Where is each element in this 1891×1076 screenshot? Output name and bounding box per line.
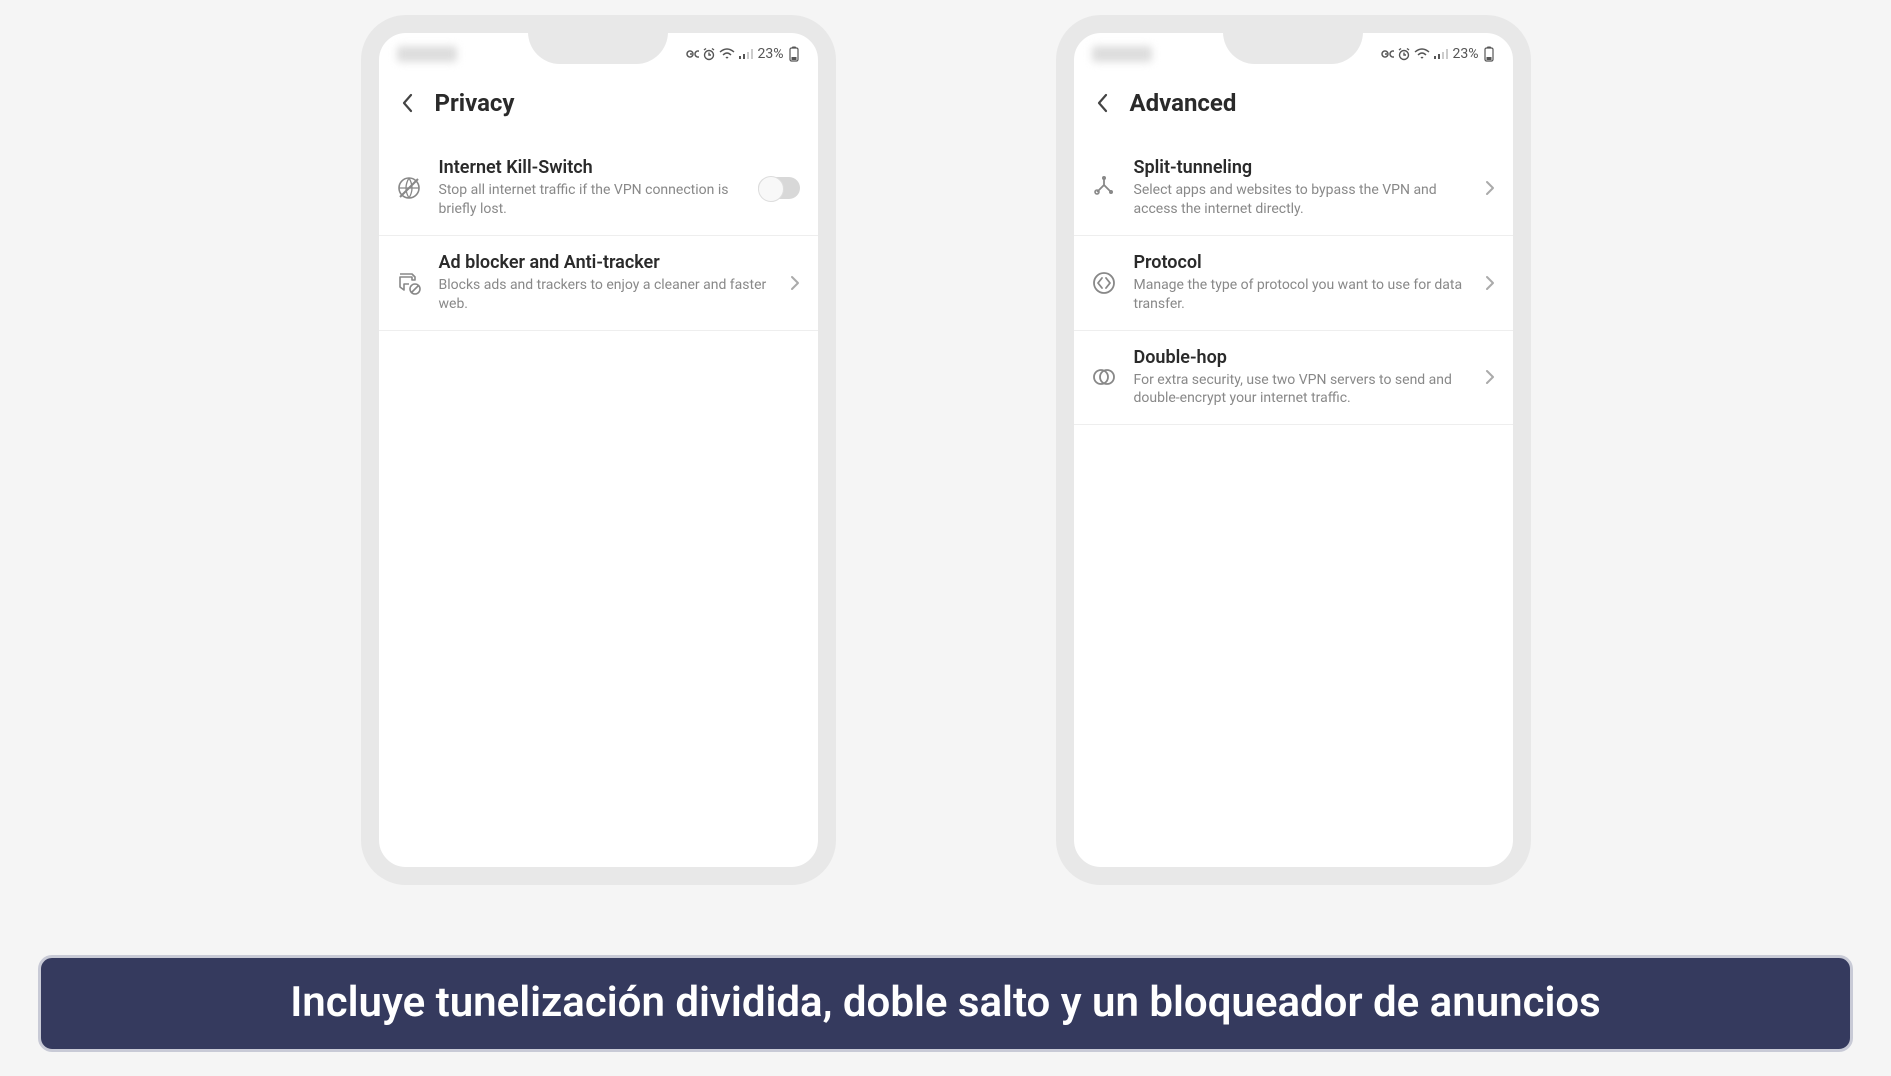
item-content: Double-hop For extra security, use two V… — [1134, 347, 1469, 409]
item-desc: Manage the type of protocol you want to … — [1134, 276, 1469, 314]
status-right: 23% — [1378, 46, 1495, 62]
globe-blocked-icon — [395, 174, 423, 202]
item-desc: Blocks ads and trackers to enjoy a clean… — [439, 276, 774, 314]
item-title: Internet Kill-Switch — [439, 157, 742, 178]
chevron-right-icon — [1485, 275, 1495, 291]
battery-percent: 23% — [758, 46, 784, 62]
setting-protocol[interactable]: Protocol Manage the type of protocol you… — [1074, 236, 1513, 331]
item-desc: Stop all internet traffic if the VPN con… — [439, 181, 742, 219]
phones-container: 23% Privacy Internet Kill-Switch Stop al… — [0, 0, 1891, 885]
item-title: Split-tunneling — [1134, 157, 1469, 178]
setting-double-hop[interactable]: Double-hop For extra security, use two V… — [1074, 331, 1513, 426]
battery-icon — [1483, 46, 1495, 62]
battery-percent: 23% — [1453, 46, 1479, 62]
item-content: Internet Kill-Switch Stop all internet t… — [439, 157, 742, 219]
chevron-right-icon — [1485, 369, 1495, 385]
status-carrier — [1092, 46, 1152, 62]
status-carrier — [397, 46, 457, 62]
ad-block-icon — [395, 269, 423, 297]
settings-list: Internet Kill-Switch Stop all internet t… — [379, 133, 818, 339]
setting-kill-switch[interactable]: Internet Kill-Switch Stop all internet t… — [379, 141, 818, 236]
item-title: Protocol — [1134, 252, 1469, 273]
caption-banner: Incluye tunelización dividida, doble sal… — [38, 955, 1853, 1052]
page-title: Privacy — [435, 89, 515, 117]
wifi-icon — [719, 48, 735, 60]
page-header: Privacy — [379, 71, 818, 133]
chevron-right-icon — [790, 275, 800, 291]
page-title: Advanced — [1130, 89, 1237, 117]
protocol-icon — [1090, 269, 1118, 297]
item-content: Protocol Manage the type of protocol you… — [1134, 252, 1469, 314]
phone-notch — [528, 32, 668, 64]
page-header: Advanced — [1074, 71, 1513, 133]
item-desc: For extra security, use two VPN servers … — [1134, 371, 1469, 409]
settings-list: Split-tunneling Select apps and websites… — [1074, 133, 1513, 433]
double-hop-icon — [1090, 363, 1118, 391]
status-right: 23% — [683, 46, 800, 62]
alarm-icon — [702, 47, 716, 61]
vpn-icon — [1378, 48, 1394, 60]
alarm-icon — [1397, 47, 1411, 61]
phone-notch — [1223, 32, 1363, 64]
setting-split-tunneling[interactable]: Split-tunneling Select apps and websites… — [1074, 141, 1513, 236]
setting-ad-blocker[interactable]: Ad blocker and Anti-tracker Blocks ads a… — [379, 236, 818, 331]
item-title: Ad blocker and Anti-tracker — [439, 252, 774, 273]
split-tunnel-icon — [1090, 174, 1118, 202]
signal-icon — [1433, 48, 1449, 60]
item-content: Split-tunneling Select apps and websites… — [1134, 157, 1469, 219]
wifi-icon — [1414, 48, 1430, 60]
item-content: Ad blocker and Anti-tracker Blocks ads a… — [439, 252, 774, 314]
kill-switch-toggle[interactable] — [758, 177, 800, 199]
status-icons — [1378, 47, 1449, 61]
back-button[interactable] — [1096, 93, 1108, 113]
phone-frame-advanced: 23% Advanced Split-tunneling Select apps… — [1056, 15, 1531, 885]
item-title: Double-hop — [1134, 347, 1469, 368]
chevron-right-icon — [1485, 180, 1495, 196]
vpn-icon — [683, 48, 699, 60]
status-icons — [683, 47, 754, 61]
signal-icon — [738, 48, 754, 60]
phone-frame-privacy: 23% Privacy Internet Kill-Switch Stop al… — [361, 15, 836, 885]
back-button[interactable] — [401, 93, 413, 113]
caption-text: Incluye tunelización dividida, doble sal… — [290, 978, 1601, 1027]
item-desc: Select apps and websites to bypass the V… — [1134, 181, 1469, 219]
battery-icon — [788, 46, 800, 62]
